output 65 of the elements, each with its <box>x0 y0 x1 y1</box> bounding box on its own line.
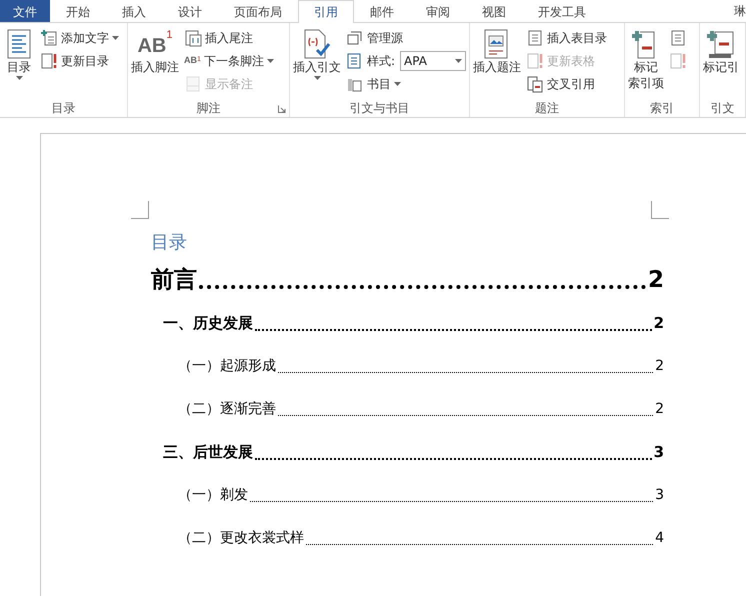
toc-entry[interactable]: 前言 <box>151 262 197 298</box>
file-tab[interactable]: 文件 <box>0 0 50 22</box>
caret-icon <box>16 76 22 80</box>
user-name: 琳 <box>734 3 746 20</box>
ribbon-tab[interactable]: 设计 <box>162 0 218 22</box>
page-number: 3 <box>655 486 664 505</box>
ribbon-button[interactable]: 标记引 <box>702 26 740 78</box>
notes-icon <box>184 74 202 92</box>
margin-corner-mark <box>131 201 149 219</box>
page-number: 2 <box>648 266 664 295</box>
document-icon <box>669 28 687 46</box>
ribbon-button[interactable]: 插入题注 <box>472 26 522 78</box>
page-number: 2 <box>655 400 664 419</box>
ribbon-tab[interactable]: 开始 <box>50 0 106 22</box>
page-exclamation-icon <box>40 52 58 70</box>
document-icon <box>526 28 544 46</box>
ribbon-button[interactable]: 添加文字 <box>38 26 121 49</box>
page-exclamation-icon <box>526 52 544 70</box>
ribbon-button[interactable]: 插入尾注 <box>182 26 276 49</box>
toc-entry[interactable]: 一、历史发展 <box>163 312 253 335</box>
page-exclamation-icon <box>669 52 687 70</box>
toc-heading: 目录 <box>151 231 188 255</box>
group-label: 目录 <box>52 100 76 117</box>
caret-icon <box>314 76 320 80</box>
ribbon-button[interactable]: 交叉引用 <box>524 72 609 95</box>
ribbon-tab[interactable]: 页面布局 <box>218 0 298 22</box>
ribbon-tab[interactable]: 视图 <box>466 0 522 22</box>
page-number: 2 <box>655 357 664 376</box>
toc-entry[interactable]: （一）剃发 <box>178 485 248 506</box>
ribbon-button[interactable]: 插入引文 <box>292 26 342 82</box>
page-number: 3 <box>654 442 664 464</box>
ribbon-tab[interactable]: 引用 <box>298 0 354 23</box>
ribbon-button[interactable]: 标记 索引项 <box>627 26 665 94</box>
caret-icon <box>394 82 401 86</box>
ribbon-button[interactable]: 管理源 <box>344 26 466 49</box>
group-label: 题注 <box>535 100 559 117</box>
group-label: 引文 <box>710 100 734 117</box>
ribbon-button[interactable]: 目录 <box>2 26 36 82</box>
cross-reference-icon <box>526 74 544 92</box>
style-label: 样式: <box>344 49 398 72</box>
stacked-boxes-icon <box>346 28 364 46</box>
ribbon-button[interactable]: 更新目录 <box>38 49 121 72</box>
caret-icon <box>455 58 462 62</box>
group-label: 引文与书目 <box>350 100 410 117</box>
caret-icon <box>112 36 119 40</box>
toc-entry[interactable]: （二）逐渐完善 <box>178 399 276 420</box>
ribbon-button[interactable]: 插入表目录 <box>524 26 609 49</box>
ribbon-tab[interactable]: 插入 <box>106 0 162 22</box>
ribbon-tab[interactable]: 开发工具 <box>522 0 602 22</box>
toc-entry[interactable]: （一）起源形成 <box>178 356 276 377</box>
ribbon-button[interactable]: 书目 <box>344 72 466 95</box>
stacked-pages-icon <box>184 28 202 46</box>
ribbon-tab[interactable]: 审阅 <box>410 0 466 22</box>
style-dropdown[interactable]: APA <box>400 50 466 70</box>
dialog-launcher-icon[interactable] <box>278 105 286 113</box>
group-label: 脚注 <box>196 100 220 117</box>
caret-icon <box>266 58 274 62</box>
group-label: 索引 <box>650 100 674 117</box>
toc-entry[interactable]: （二）更改衣裳式样 <box>178 528 304 549</box>
page-number: 2 <box>654 313 664 334</box>
margin-corner-mark <box>651 201 669 219</box>
add-page-icon <box>40 28 58 46</box>
ribbon-tab[interactable]: 邮件 <box>354 0 410 22</box>
toc-entry[interactable]: 三、后世发展 <box>163 441 253 464</box>
page-number: 4 <box>655 529 664 548</box>
